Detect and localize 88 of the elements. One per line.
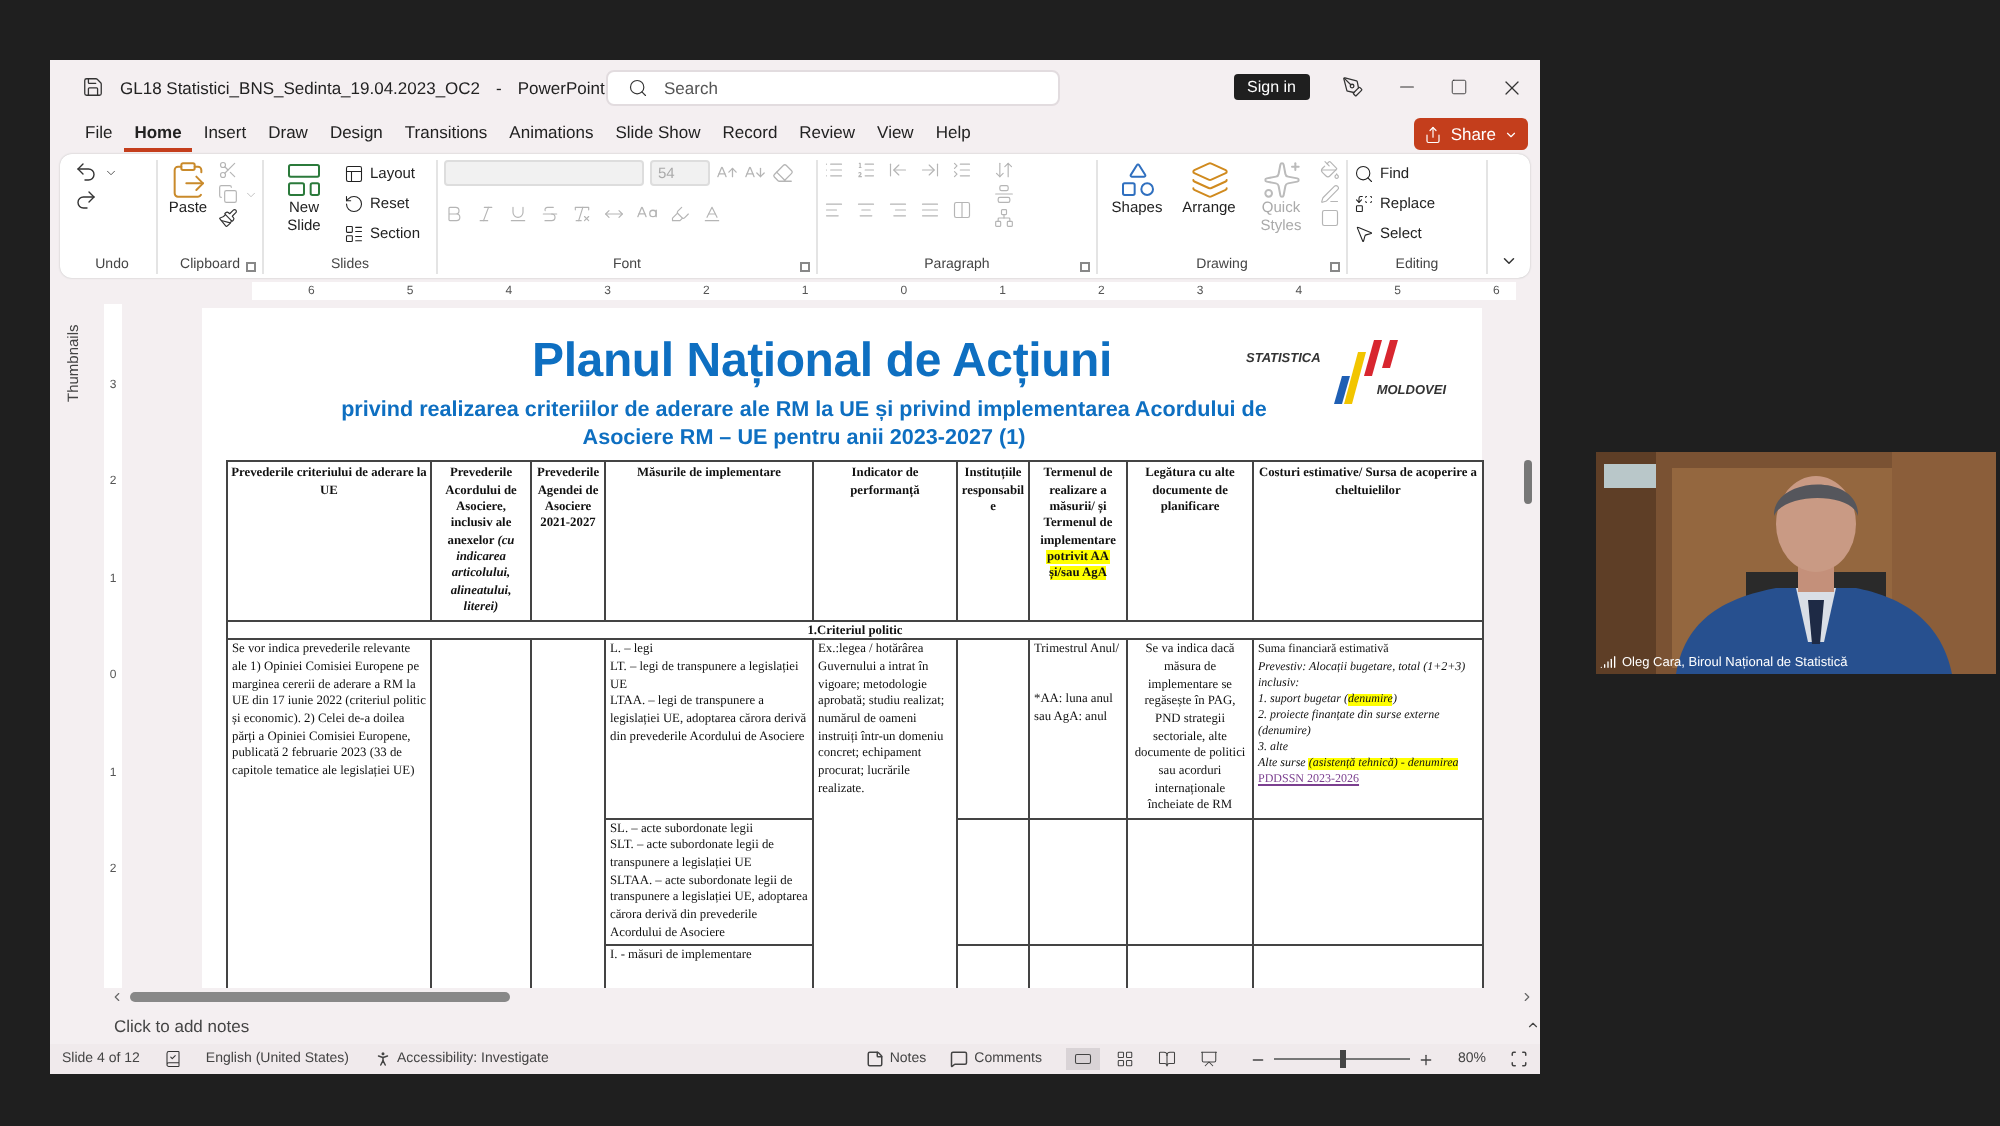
menu-tab[interactable]: Transitions <box>393 116 499 152</box>
app-name: PowerPoint <box>517 77 605 97</box>
numbering-icon[interactable] <box>856 160 876 180</box>
columns-icon[interactable] <box>952 200 972 220</box>
slide-subtitle: privind realizarea criteriilor de aderare ale RM la UE și privind implementarea Acordului de Asociere RM – UE pentru anii 2023-2027 (1) <box>339 396 1269 453</box>
clear-format-icon[interactable] <box>572 203 592 223</box>
styles-icon <box>1261 160 1301 200</box>
fill-icon[interactable] <box>1320 160 1340 180</box>
underline-icon[interactable] <box>508 203 528 223</box>
save-icon[interactable] <box>82 76 104 98</box>
pen-icon[interactable] <box>1342 76 1364 98</box>
undo-icon[interactable] <box>74 160 98 184</box>
zoom-thumb[interactable] <box>1339 1050 1346 1068</box>
slide-icon <box>284 160 324 200</box>
strikethrough-icon[interactable] <box>540 203 560 223</box>
reset-icon <box>344 193 364 213</box>
zoom-in-icon[interactable] <box>1417 1051 1434 1067</box>
notes-placeholder[interactable]: Click to add notes <box>114 1015 250 1035</box>
spell-check-icon[interactable] <box>163 1050 182 1068</box>
share-icon <box>1424 125 1443 143</box>
search-field[interactable]: Search <box>606 69 1060 105</box>
window-title: GL18 Statistici_BNS_Sedinta_19.04.2023_OC2 <box>120 77 481 97</box>
clipboard-icon <box>168 160 208 200</box>
format-painter-icon[interactable] <box>218 208 238 228</box>
menu-tab[interactable]: Record <box>711 116 789 152</box>
maximize-icon[interactable] <box>1450 78 1468 96</box>
search-icon <box>628 77 648 97</box>
increase-indent-icon[interactable] <box>920 160 940 180</box>
caret-icon[interactable] <box>244 187 258 201</box>
menu-tab[interactable]: Insert <box>192 116 258 152</box>
highlighter-icon[interactable] <box>670 203 690 223</box>
smartart-icon[interactable] <box>994 208 1014 228</box>
redo-icon[interactable] <box>74 188 98 212</box>
align-center-icon[interactable] <box>856 200 876 220</box>
outline-icon[interactable] <box>1320 184 1340 204</box>
fit-slide-icon[interactable] <box>1510 1050 1528 1068</box>
italic-icon[interactable] <box>476 203 496 223</box>
effects-icon[interactable] <box>1320 208 1340 228</box>
collapse-ribbon-icon[interactable] <box>1500 252 1518 270</box>
scroll-right-icon[interactable] <box>1520 990 1534 1004</box>
scrollbar-thumb[interactable] <box>130 992 510 1002</box>
line-spacing-icon[interactable] <box>952 160 972 180</box>
menu-tab[interactable]: Draw <box>257 116 319 152</box>
grid-view-icon <box>1115 1050 1134 1068</box>
dialog-launcher-icon[interactable] <box>800 262 810 272</box>
menu-tab[interactable]: Slide Show <box>604 116 712 152</box>
align-right-icon[interactable] <box>888 200 908 220</box>
title-separator: - <box>496 77 502 97</box>
view-button[interactable] <box>1065 1048 1100 1070</box>
menu-tab[interactable]: File <box>74 116 124 152</box>
layout-icon <box>344 163 364 183</box>
text-direction-icon[interactable] <box>994 160 1014 180</box>
normal-view-icon <box>1073 1050 1092 1068</box>
dialog-launcher-icon[interactable] <box>246 262 256 272</box>
presentation-icon <box>1199 1050 1218 1068</box>
book-icon <box>1157 1050 1176 1068</box>
layers-icon <box>1189 160 1229 200</box>
caret-icon[interactable] <box>104 165 118 179</box>
bullets-icon[interactable] <box>824 160 844 180</box>
signal-icon <box>1600 654 1616 670</box>
menu-tab[interactable]: View <box>866 116 925 152</box>
align-text-icon[interactable] <box>994 184 1014 204</box>
sign-in-button[interactable]: Sign in <box>1233 74 1310 100</box>
align-left-icon[interactable] <box>824 200 844 220</box>
scroll-left-icon[interactable] <box>110 990 124 1004</box>
dialog-launcher-icon[interactable] <box>1330 262 1340 272</box>
menu-tab[interactable]: Help <box>924 116 982 152</box>
justify-icon[interactable] <box>920 200 940 220</box>
notes-icon <box>865 1050 884 1068</box>
eraser-icon[interactable] <box>772 162 794 184</box>
shapes-icon <box>1117 160 1157 200</box>
decrease-indent-icon[interactable] <box>888 160 908 180</box>
menu-tab[interactable]: Review <box>788 116 867 152</box>
share-button[interactable]: Share <box>1414 118 1528 150</box>
menu-tab[interactable]: Animations <box>498 116 605 152</box>
search-icon <box>1354 163 1374 183</box>
scrollbar-thumb[interactable] <box>1524 460 1532 504</box>
pointer-icon <box>1354 223 1374 243</box>
comment-icon <box>950 1050 969 1068</box>
accessibility-icon <box>373 1050 392 1068</box>
scroll-up-icon[interactable] <box>1526 1018 1540 1032</box>
section-icon <box>344 223 364 243</box>
font-color-icon[interactable] <box>702 203 722 223</box>
cut-icon[interactable] <box>218 160 238 180</box>
dialog-launcher-icon[interactable] <box>1080 262 1090 272</box>
bold-icon[interactable] <box>444 203 464 223</box>
menu-tab[interactable]: Design <box>318 116 394 152</box>
caret-icon <box>1504 127 1518 141</box>
